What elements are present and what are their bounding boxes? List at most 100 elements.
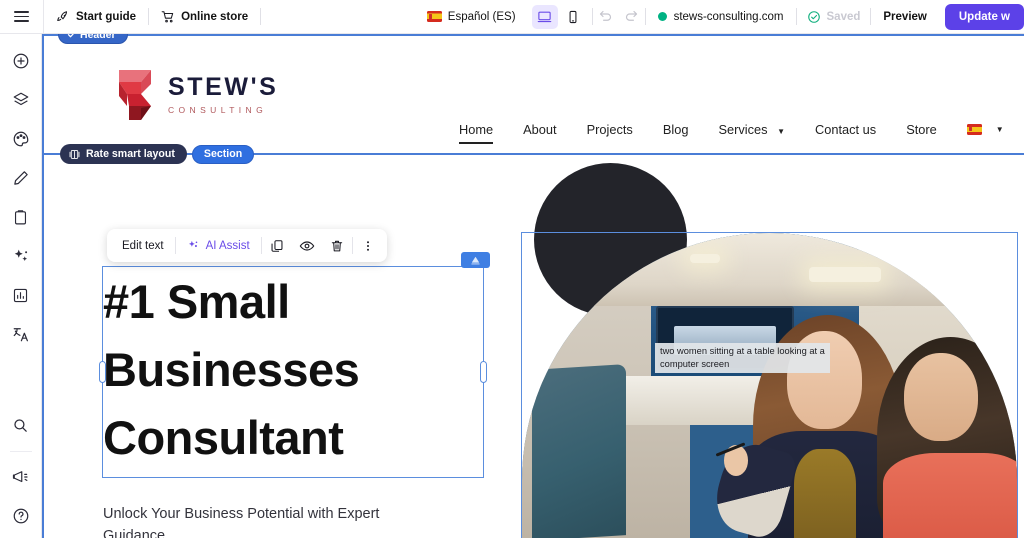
duplicate-icon[interactable] [262,229,292,262]
divider [260,8,262,25]
desktop-icon[interactable] [531,4,558,29]
redo-icon[interactable] [619,5,645,29]
eye-icon[interactable] [292,229,322,262]
site-navigation: Home About Projects Blog Services ▼ Cont… [444,120,1024,144]
site-domain-chip[interactable]: stews-consulting.com [646,11,796,23]
language-selector[interactable]: Español (ES) [417,0,526,34]
nav-label: Home [459,121,494,137]
logo-tagline: CONSULTING [168,105,268,115]
logo-name: STEW'S [168,73,279,101]
nav-label: Blog [662,121,689,137]
saved-label: Saved [826,10,861,23]
sidebar-item-design[interactable] [4,122,38,156]
sparkle-icon [187,239,200,252]
hero-image[interactable] [522,233,1017,538]
chevron-down-icon: ▼ [995,124,1004,134]
cart-icon [161,10,175,24]
nav-item-services[interactable]: Services ▼ [703,122,800,137]
nav-label: Store [906,121,937,137]
start-guide-label: Start guide [76,10,137,23]
edit-text-button[interactable]: Edit text [111,229,175,262]
hero-section[interactable]: Edit text AI Assist #1 Small Businesses … [44,155,1024,538]
image-layer [809,266,882,282]
plus-circle-icon [12,52,30,70]
image-layer [690,254,721,264]
ai-assist-button[interactable]: AI Assist [176,229,261,262]
sidebar-item-apps[interactable] [4,200,38,234]
site-canvas: STEW'S CONSULTING Home About Projects Bl… [42,34,1024,538]
rocket-icon [56,10,70,24]
divider [9,451,32,452]
align-anchor-icon[interactable] [461,252,490,268]
logo-mark-icon [111,64,159,126]
image-frame-top-edge [521,232,1018,234]
megaphone-icon [12,468,30,486]
rate-smart-layout-button[interactable]: Rate smart layout [60,144,187,164]
translate-icon [12,325,30,343]
image-layer [873,336,1017,538]
image-layer [531,364,626,538]
logo-text: STEW'S CONSULTING [168,73,279,116]
nav-language-selector[interactable]: ▼ [952,123,1019,135]
chart-icon [12,287,29,304]
site-logo[interactable]: STEW'S CONSULTING [111,64,278,126]
site-domain-label: stews-consulting.com [673,10,784,23]
online-store-label: Online store [181,10,249,23]
nav-label: Projects [586,121,633,137]
sidebar-item-ai[interactable] [4,239,38,273]
top-bar: Start guide Online store Español (ES) st… [0,0,1024,34]
check-circle-icon [807,10,821,24]
question-circle-icon [12,507,30,525]
sparkle-icon [12,247,30,265]
hero-subtitle[interactable]: Unlock Your Business Potential with Expe… [103,503,393,538]
sidebar-item-pages[interactable] [4,83,38,117]
online-store-button[interactable]: Online store [149,0,260,34]
clipboard-icon [12,209,29,226]
hero-image-selection-frame[interactable]: two women sitting at a table looking at … [521,232,1018,538]
ai-assist-label: AI Assist [205,239,250,252]
hero-headline[interactable]: #1 Small Businesses Consultant [103,268,498,472]
nav-cart[interactable]: (0) [1019,120,1024,138]
nav-item-blog[interactable]: Blog [648,122,704,137]
sidebar-item-announcements[interactable] [4,460,38,494]
nav-label: Contact us [815,121,877,137]
preview-button[interactable]: Preview [871,11,938,23]
nav-item-store[interactable]: Store [891,122,952,137]
pencil-icon [12,169,30,187]
spain-flag-icon [426,11,442,22]
sidebar-item-translate[interactable] [4,317,38,351]
nav-item-contact-us[interactable]: Contact us [800,122,891,137]
header-section-badge[interactable]: Header [58,34,128,44]
update-button[interactable]: Update w [944,3,1024,30]
undo-icon[interactable] [593,5,619,29]
trash-icon[interactable] [322,229,352,262]
nav-item-projects[interactable]: Projects [572,122,648,137]
more-vertical-icon[interactable] [353,229,383,262]
start-guide-button[interactable]: Start guide [44,0,148,34]
sidebar-item-add[interactable] [4,44,38,78]
spain-flag-icon [966,123,982,135]
saved-status: Saved [797,10,871,24]
language-label: Español (ES) [447,10,516,23]
nav-item-home[interactable]: Home [444,121,508,144]
hamburger-icon[interactable] [0,0,44,34]
nav-label: Services [718,121,768,137]
left-sidebar [0,34,42,538]
nav-label: About [523,121,557,137]
sidebar-item-edit[interactable] [4,161,38,195]
device-toggle [526,4,592,29]
mobile-icon[interactable] [560,5,586,29]
check-icon [67,34,76,39]
layout-icon [69,149,80,160]
section-badge[interactable]: Section [191,144,255,164]
sidebar-item-search[interactable] [4,408,38,442]
palette-icon [12,130,30,148]
search-icon [12,417,29,434]
sidebar-item-analytics[interactable] [4,278,38,312]
image-layer [522,233,1017,307]
sidebar-item-help[interactable] [4,499,38,533]
element-toolbar: Edit text AI Assist [107,229,387,262]
nav-item-about[interactable]: About [508,122,571,137]
site-header-section[interactable]: STEW'S CONSULTING Home About Projects Bl… [44,34,1024,155]
header-badge-label: Header [80,34,116,41]
